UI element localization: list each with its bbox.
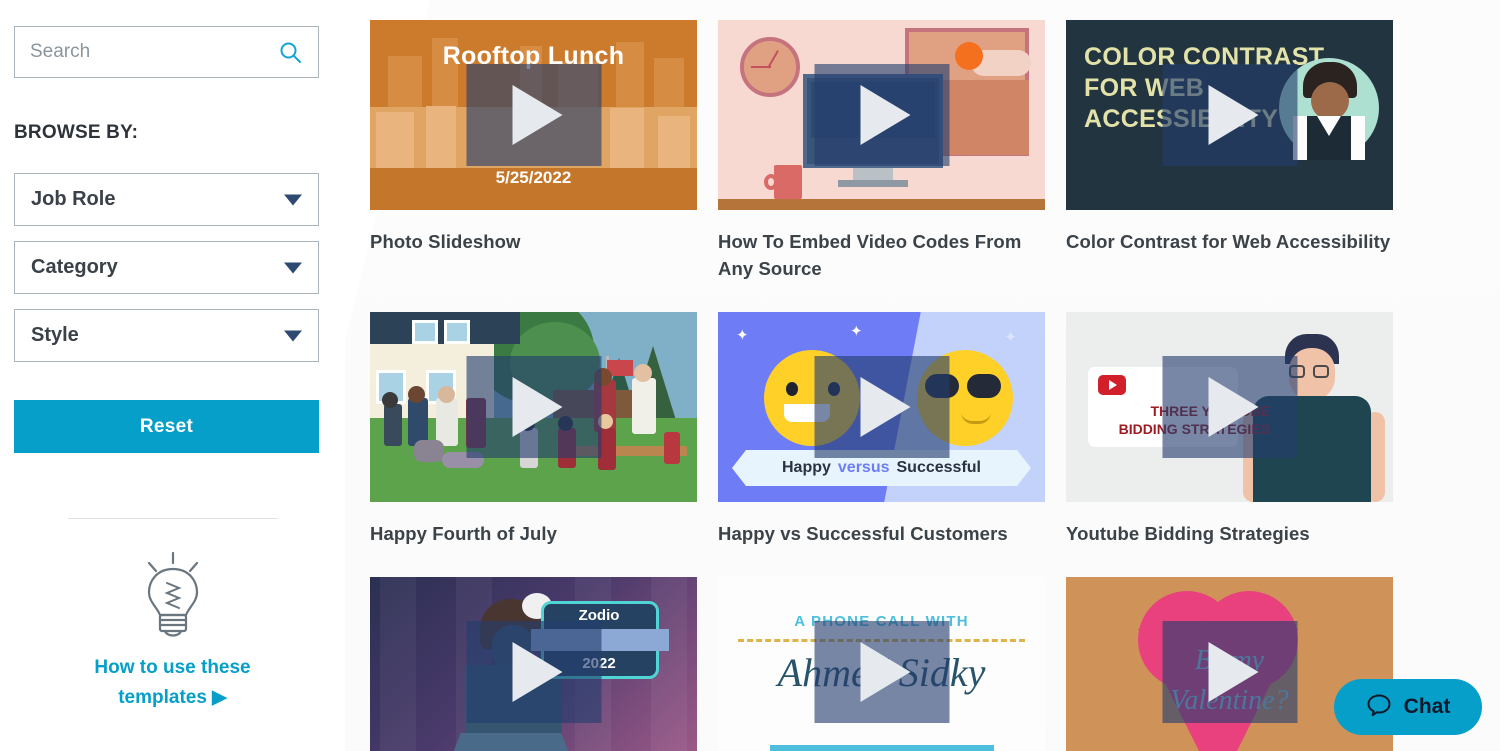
youtube-icon [1098,375,1126,395]
filter-sidebar: BROWSE BY: Job Role Category Style Reset [0,0,345,751]
search-box[interactable] [14,26,319,78]
play-icon[interactable] [1162,356,1297,458]
how-to-promo[interactable]: How to use these templates ▶ [14,549,331,713]
lightbulb-icon [131,549,215,641]
template-thumbnail[interactable] [718,20,1045,210]
template-card[interactable]: Happy Fourth of July [370,312,697,547]
how-to-line-1: How to use these [94,657,251,678]
play-icon[interactable] [466,356,601,458]
search-icon[interactable] [278,40,302,64]
grid-row-spacer [718,282,1045,312]
grid-row-spacer [1066,547,1393,577]
template-card-title[interactable]: Happy Fourth of July [370,520,697,547]
filter-select-style-label: Style [31,324,79,346]
play-icon[interactable] [814,621,949,723]
browse-by-label: BROWSE BY: [14,122,139,143]
filter-select-job-role-label: Job Role [31,188,116,210]
chat-label: Chat [1403,695,1451,718]
chevron-down-icon [284,330,302,341]
template-card[interactable]: Rooftop Lunch 5/25/2022 Photo Slideshow [370,20,697,282]
template-card[interactable]: How To Embed Video Codes From Any Source [718,20,1045,282]
sidebar-divider [67,518,278,519]
template-card-title[interactable]: Color Contrast for Web Accessibility [1066,228,1393,255]
template-card-title[interactable]: Happy vs Successful Customers [718,520,1045,547]
banner-word-successful: Successful [896,459,981,476]
template-card[interactable]: ✦ ✦ ✦ Happy versus Successful Happy vs S… [718,312,1045,547]
reset-button[interactable]: Reset [14,400,319,453]
chat-bubble-icon [1366,692,1392,723]
template-thumbnail[interactable]: A PHONE CALL WITH Ahmed Sidky [718,577,1045,751]
grid-row-spacer [1066,282,1393,312]
grid-row-spacer [370,282,697,312]
chevron-down-icon [284,194,302,205]
filter-select-job-role[interactable]: Job Role [14,173,319,226]
how-to-use-templates-link[interactable]: How to use these templates ▶ [68,653,278,713]
how-to-line-2: templates ▶ [118,687,227,708]
filter-select-category-label: Category [31,256,118,278]
grid-row-spacer [718,547,1045,577]
play-icon[interactable] [814,64,949,166]
thumbnail-date: 5/25/2022 [495,168,572,187]
play-icon[interactable] [1162,621,1297,723]
template-card[interactable]: COLOR CONTRAST FOR WEB ACCESSIBILITY Col… [1066,20,1393,282]
template-card-title[interactable]: How To Embed Video Codes From Any Source [718,228,1045,282]
chat-widget-button[interactable]: Chat [1334,679,1482,735]
template-card[interactable]: A PHONE CALL WITH Ahmed Sidky [718,577,1045,751]
play-icon[interactable] [466,64,601,166]
search-input[interactable] [15,41,255,63]
template-thumbnail[interactable]: Zodio 2022 [370,577,697,751]
template-thumbnail[interactable]: ✦ ✦ ✦ Happy versus Successful [718,312,1045,502]
play-icon[interactable] [814,356,949,458]
filter-select-list: Job Role Category Style [14,173,331,362]
template-grid: Rooftop Lunch 5/25/2022 Photo Slideshow [370,20,1480,751]
page-root: BROWSE BY: Job Role Category Style Reset [0,0,1500,751]
play-icon[interactable] [466,621,601,723]
chevron-down-icon [284,262,302,273]
grid-row-spacer [370,547,697,577]
template-card-title[interactable]: Photo Slideshow [370,228,697,255]
template-thumbnail[interactable]: THREE YOUTUBE BIDDING STRATEGIES [1066,312,1393,502]
play-icon[interactable] [1162,64,1297,166]
template-card[interactable]: THREE YOUTUBE BIDDING STRATEGIES Youtube… [1066,312,1393,547]
template-thumbnail[interactable]: COLOR CONTRAST FOR WEB ACCESSIBILITY [1066,20,1393,210]
template-card-title[interactable]: Youtube Bidding Strategies [1066,520,1393,547]
template-card[interactable]: Zodio 2022 [370,577,697,751]
banner-word-versus: versus [837,459,890,476]
filter-select-category[interactable]: Category [14,241,319,294]
filter-select-style[interactable]: Style [14,309,319,362]
template-thumbnail[interactable] [370,312,697,502]
banner-word-happy: Happy [782,459,831,476]
template-thumbnail[interactable]: Rooftop Lunch 5/25/2022 [370,20,697,210]
